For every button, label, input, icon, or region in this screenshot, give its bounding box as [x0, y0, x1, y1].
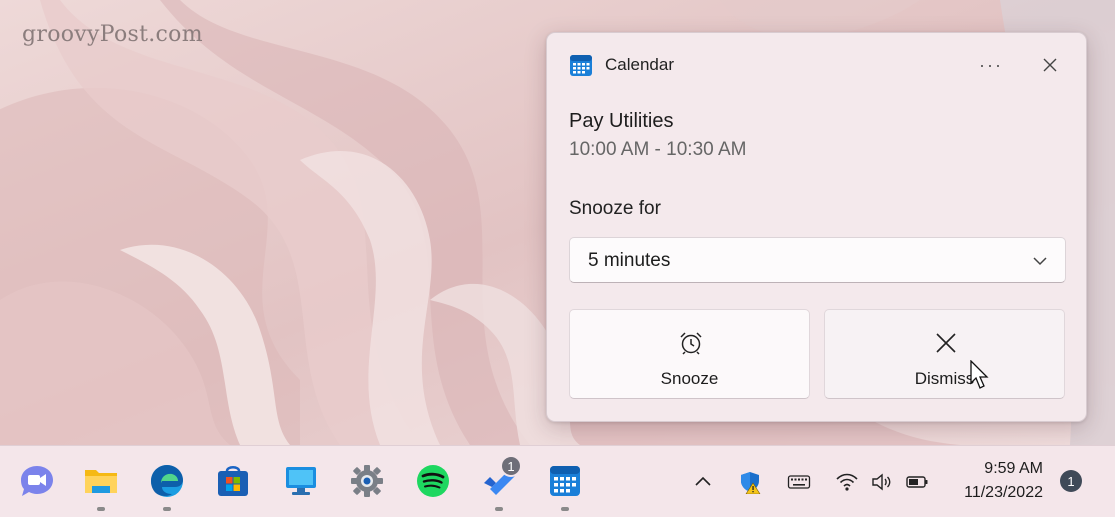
alarm-clock-icon [680, 332, 702, 355]
mouse-pointer-icon [970, 360, 989, 389]
clock-time: 9:59 AM [984, 460, 1043, 477]
close-button[interactable] [1034, 49, 1066, 81]
running-indicator [561, 507, 569, 511]
chevron-down-icon [1033, 257, 1047, 266]
snooze-label: Snooze for [569, 198, 661, 219]
toast-header: Calendar ··· [547, 33, 1086, 97]
event-title: Pay Utilities [569, 110, 674, 132]
monitor-icon[interactable] [282, 462, 320, 500]
calendar-icon[interactable] [546, 462, 584, 500]
dismiss-button-label: Dismiss [914, 369, 975, 388]
app-name: Calendar [605, 55, 674, 74]
snooze-duration-dropdown[interactable]: 5 minutes [569, 237, 1066, 283]
calendar-app-icon [570, 55, 592, 76]
volume-icon[interactable] [870, 470, 894, 494]
dismiss-x-icon [936, 333, 956, 353]
more-options-button[interactable]: ··· [975, 49, 1007, 81]
snooze-button-label: Snooze [660, 369, 719, 388]
security-shield-warning-icon[interactable] [738, 470, 762, 494]
folder-icon[interactable] [82, 462, 120, 500]
watermark-text: groovyPost.com [22, 22, 203, 47]
store-icon[interactable] [214, 462, 252, 500]
calendar-notification-toast: Calendar ··· Pay Utilities 10:00 AM - 10… [546, 32, 1087, 422]
clock-date: 11/23/2022 [964, 484, 1043, 501]
running-indicator [97, 507, 105, 511]
snooze-button[interactable]: Snooze [569, 309, 810, 399]
battery-icon[interactable] [905, 470, 929, 494]
running-indicator [163, 507, 171, 511]
teams-chat-icon[interactable] [18, 462, 56, 500]
more-icon: ··· [979, 54, 1003, 75]
running-indicator [495, 507, 503, 511]
notification-count-badge[interactable]: 1 [1060, 470, 1082, 492]
spotify-icon[interactable] [414, 462, 452, 500]
event-time: 10:00 AM - 10:30 AM [569, 139, 747, 160]
close-icon [1043, 58, 1057, 72]
edge-icon[interactable] [148, 462, 186, 500]
snooze-selected-value: 5 minutes [588, 250, 671, 271]
dismiss-button[interactable]: Dismiss [824, 309, 1065, 399]
chevron-up-icon[interactable] [691, 470, 715, 494]
wifi-icon[interactable] [835, 470, 859, 494]
taskbar: 1 9:59 AM 11/23/2022 1 [0, 445, 1115, 517]
gear-icon[interactable] [348, 462, 386, 500]
todo-badge: 1 [500, 455, 522, 477]
keyboard-icon[interactable] [787, 470, 811, 494]
